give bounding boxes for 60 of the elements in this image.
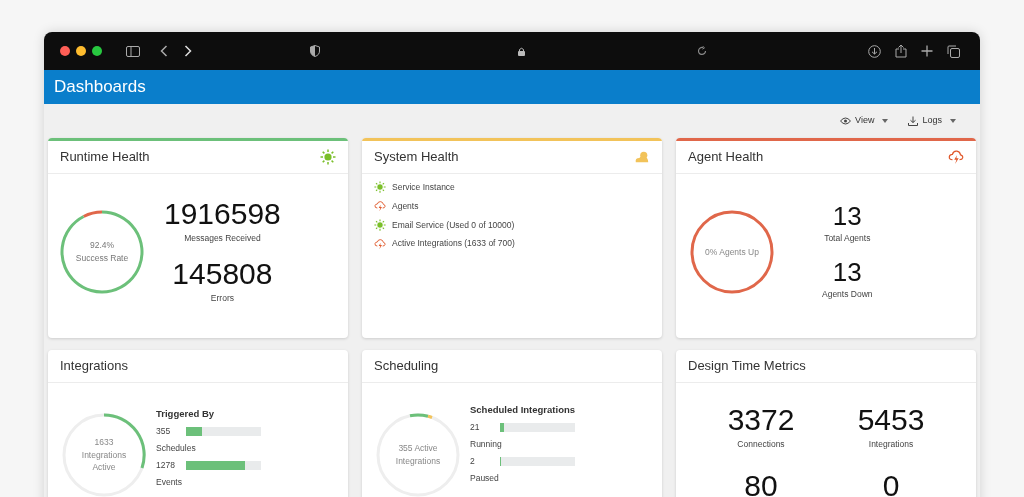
forward-icon[interactable]: [184, 45, 192, 57]
stat-label: Messages Received: [184, 232, 261, 245]
stat-value: 145808: [172, 259, 273, 289]
tabs-icon[interactable]: [947, 44, 960, 58]
ring-label: 1633 Integrations Active: [80, 435, 128, 475]
bar-label: Paused: [470, 471, 500, 485]
stat-value: 0: [882, 470, 900, 497]
close-window-icon[interactable]: [60, 46, 70, 56]
ring-label: 0% Agents Up: [705, 245, 759, 259]
view-button[interactable]: View: [840, 114, 889, 128]
card-title: Agent Health: [688, 148, 764, 167]
status-item: Agents: [392, 199, 419, 213]
card-title: Design Time Metrics: [688, 357, 806, 376]
caret-icon: [950, 119, 956, 123]
download-icon: [908, 116, 919, 126]
stat-label: Connections: [737, 438, 785, 451]
card-title: System Health: [374, 148, 459, 167]
card-title: Runtime Health: [60, 148, 150, 167]
card-title: Scheduling: [374, 357, 439, 376]
maximize-window-icon[interactable]: [92, 46, 102, 56]
eye-icon: [840, 117, 852, 125]
lock-icon: [518, 46, 525, 56]
ring-label: Success Rate: [75, 252, 129, 265]
ring-track: [83, 210, 103, 218]
status-item: Service Instance: [392, 181, 455, 194]
stat-value: 80: [744, 470, 778, 497]
stat-value: 5453: [857, 405, 925, 435]
card-title: Integrations: [60, 357, 128, 376]
stat-value: 3372: [727, 405, 795, 435]
status-item: Active Integrations (1633 of 700): [392, 237, 515, 250]
stat-value: 13: [832, 259, 862, 285]
reload-icon[interactable]: [697, 46, 707, 56]
caret-icon: [882, 119, 889, 123]
bar-label: Running: [470, 438, 503, 451]
sidebar-icon[interactable]: [126, 45, 140, 57]
stat-value: 1916598: [164, 199, 281, 230]
stat-label: Errors: [210, 292, 234, 305]
stat-label: Integrations: [868, 438, 914, 451]
shield-icon[interactable]: [310, 45, 320, 57]
stat-value: 13: [832, 203, 862, 230]
bar-value: 1278: [156, 458, 176, 472]
bar-value: 2: [470, 454, 476, 468]
download-icon[interactable]: [868, 44, 881, 58]
bar-value: 355: [156, 425, 172, 438]
stat-label: Agents Down: [822, 288, 873, 301]
share-icon[interactable]: [895, 44, 907, 58]
bars-title: Triggered By: [156, 407, 216, 421]
bar-value: 21: [470, 421, 481, 434]
page-title: Dashboards: [54, 76, 146, 99]
ring-label: 355 Active Integrations: [394, 442, 442, 468]
plus-icon[interactable]: [921, 45, 933, 57]
bar-label: Events: [156, 475, 183, 489]
bar-label: Schedules: [156, 442, 197, 455]
stat-label: Total Agents: [824, 232, 871, 245]
bars-title: Scheduled Integrations: [470, 403, 576, 417]
back-icon[interactable]: [160, 45, 168, 57]
ring-value: 92.4%: [89, 239, 115, 252]
logs-button[interactable]: Logs: [908, 114, 956, 128]
minimize-window-icon[interactable]: [76, 46, 86, 56]
status-item: Email Service (Used 0 of 10000): [392, 218, 515, 232]
